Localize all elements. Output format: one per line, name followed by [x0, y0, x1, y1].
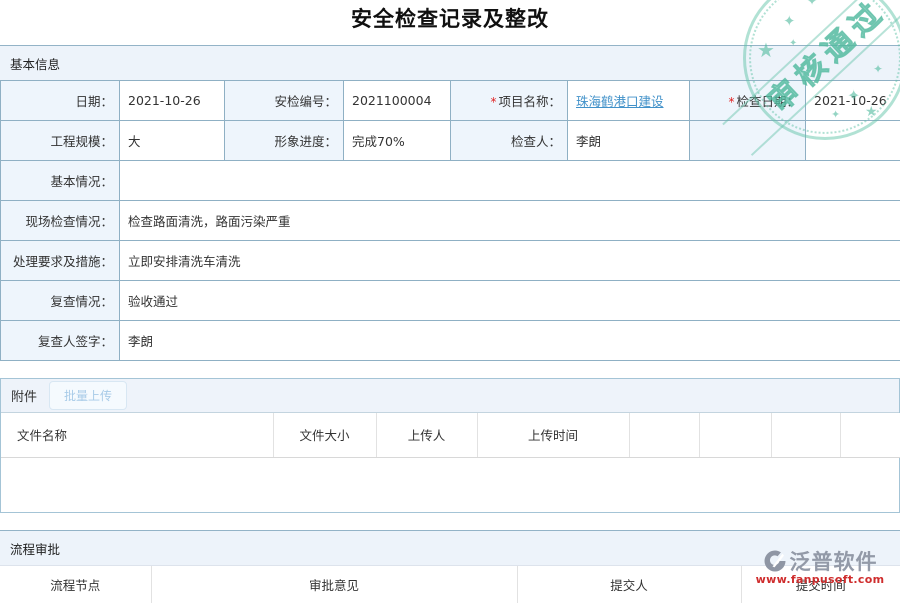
page-title: 安全检查记录及整改 [0, 0, 900, 45]
project-name-label: *项目名称： [451, 81, 568, 121]
table-row: 日期： 2021-10-26 安检编号： 2021100004 *项目名称： 珠… [1, 81, 900, 121]
col-empty [629, 413, 699, 457]
inspector-label: 检查人： [451, 121, 568, 161]
date-value: 2021-10-26 [120, 81, 225, 121]
field-label: 复查人签字： [38, 334, 113, 349]
attachments-table: 文件名称 文件大小 上传人 上传时间 [1, 413, 900, 458]
site-check-label: 现场检查情况： [1, 201, 120, 241]
field-label: 安检编号： [274, 94, 337, 109]
field-label: 检查人： [511, 134, 561, 149]
date-label: 日期： [1, 81, 120, 121]
col-file-size: 文件大小 [273, 413, 376, 457]
measures-value: 立即安排清洗车清洗 [120, 241, 900, 281]
basic-situation-label: 基本情况： [1, 161, 120, 201]
batch-upload-button[interactable]: 批量上传 [49, 381, 127, 410]
attachments-title: 附件 [11, 386, 37, 405]
field-label: 项目名称： [498, 94, 561, 109]
empty-value-cell [806, 121, 900, 161]
empty-label-cell [690, 121, 806, 161]
table-row: 现场检查情况： 检查路面清洗，路面污染严重 [1, 201, 900, 241]
col-upload-time: 上传时间 [477, 413, 629, 457]
basic-info-table: 日期： 2021-10-26 安检编号： 2021100004 *项目名称： 珠… [0, 80, 900, 361]
col-empty [699, 413, 771, 457]
approval-title: 流程审批 [10, 539, 60, 558]
col-uploader: 上传人 [376, 413, 477, 457]
col-flow-node: 流程节点 [0, 566, 151, 603]
check-date-value: 2021-10-26 [806, 81, 900, 121]
basic-info-section-header: 基本信息 [0, 45, 900, 80]
basic-info-section: 基本信息 日期： 2021-10-26 安检编号： 2021100004 *项目… [0, 45, 900, 361]
table-row: 复查人签字： 李朗 [1, 321, 900, 361]
project-link[interactable]: 珠海鹤港口建设 [576, 94, 664, 109]
inspector-value: 李朗 [568, 121, 690, 161]
progress-value: 完成70% [344, 121, 451, 161]
fanpu-logo-icon [763, 549, 787, 573]
field-label: 工程规模： [50, 134, 113, 149]
field-label: 现场检查情况： [25, 214, 113, 229]
table-row: 基本情况： [1, 161, 900, 201]
table-row: 处理要求及措施： 立即安排清洗车清洗 [1, 241, 900, 281]
project-scale-value: 大 [120, 121, 225, 161]
recheck-value: 验收通过 [120, 281, 900, 321]
attachments-empty-body [1, 458, 899, 513]
vendor-logo: 泛普软件 www.fanpusoft.com [744, 546, 896, 586]
field-label: 检查日期： [736, 94, 799, 109]
field-label: 处理要求及措施： [13, 254, 113, 269]
col-file-name: 文件名称 [1, 413, 273, 457]
required-marker: * [490, 95, 496, 109]
project-name-value: 珠海鹤港口建设 [568, 81, 690, 121]
col-approve-opinion: 审批意见 [151, 566, 517, 603]
attachments-header-bar: 附件 批量上传 [1, 379, 899, 413]
site-check-value: 检查路面清洗，路面污染严重 [120, 201, 900, 241]
vendor-url: www.fanpusoft.com [744, 573, 896, 586]
inspection-no-label: 安检编号： [225, 81, 344, 121]
field-label: 复查情况： [50, 294, 113, 309]
table-row: 复查情况： 验收通过 [1, 281, 900, 321]
col-empty [840, 413, 900, 457]
vendor-brand-text: 泛普软件 [790, 546, 878, 576]
recheck-label: 复查情况： [1, 281, 120, 321]
field-label: 基本情况： [50, 174, 113, 189]
attachments-header-row: 文件名称 文件大小 上传人 上传时间 [1, 413, 900, 457]
required-marker: * [728, 95, 734, 109]
recheck-sign-label: 复查人签字： [1, 321, 120, 361]
vendor-logo-row: 泛普软件 [744, 546, 896, 576]
recheck-sign-value: 李朗 [120, 321, 900, 361]
measures-label: 处理要求及措施： [1, 241, 120, 281]
basic-info-title: 基本信息 [10, 54, 60, 73]
field-label: 日期： [75, 94, 113, 109]
progress-label: 形象进度： [225, 121, 344, 161]
inspection-no-value: 2021100004 [344, 81, 451, 121]
field-label: 形象进度： [274, 134, 337, 149]
project-scale-label: 工程规模： [1, 121, 120, 161]
check-date-label: *检查日期： [690, 81, 806, 121]
col-empty [771, 413, 840, 457]
attachments-section: 附件 批量上传 文件名称 文件大小 上传人 上传时间 [0, 378, 900, 513]
col-submitter: 提交人 [517, 566, 741, 603]
table-row: 工程规模： 大 形象进度： 完成70% 检查人： 李朗 [1, 121, 900, 161]
basic-situation-value [120, 161, 900, 201]
